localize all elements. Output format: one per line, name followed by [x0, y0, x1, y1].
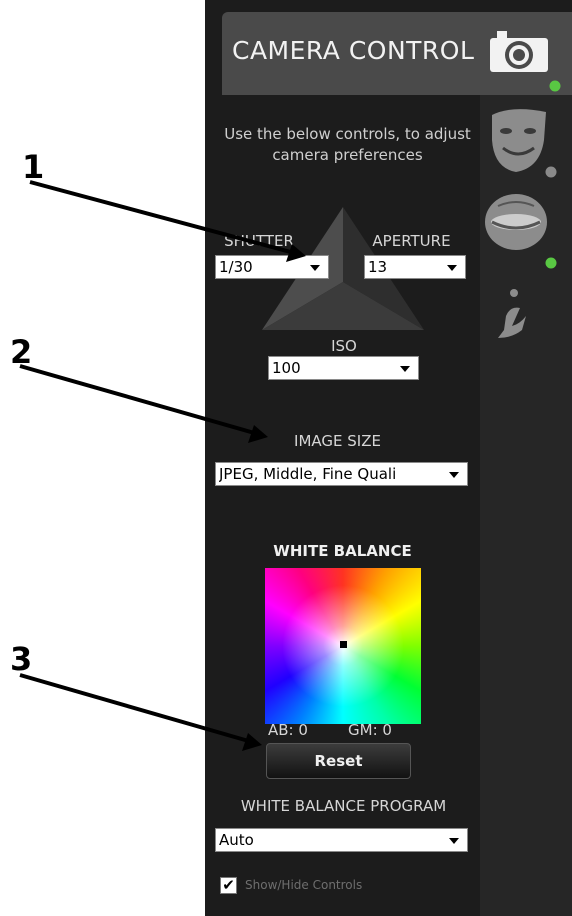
callout-arrows-layer: [19, 180, 306, 751]
callout-arrow-1: [29, 180, 306, 262]
callout-arrow-3: [19, 673, 262, 751]
callout-arrow-2: [19, 364, 268, 443]
